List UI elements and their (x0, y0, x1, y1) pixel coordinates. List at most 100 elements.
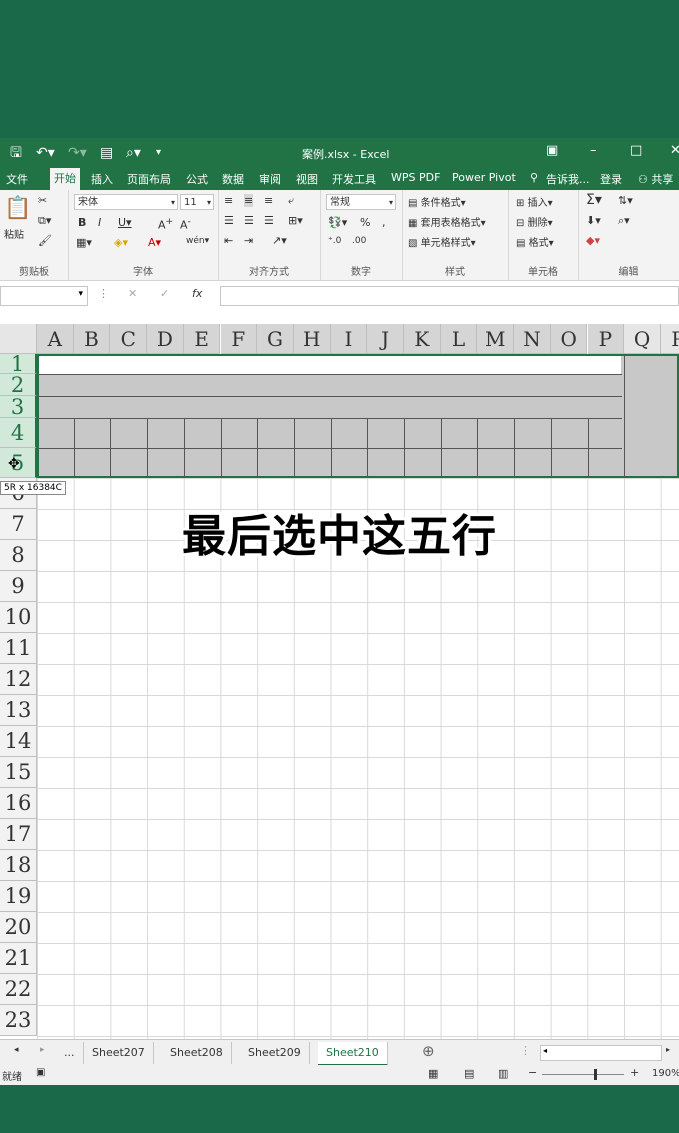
decrease-indent-icon[interactable]: ⇤ (224, 234, 233, 247)
format-painter-icon[interactable]: 🖌 (38, 234, 52, 247)
format-cells-button[interactable]: ▤ 格式▾ (516, 234, 554, 249)
zoom-in-icon[interactable]: + (630, 1066, 639, 1079)
page-break-view-icon[interactable]: ▥ (498, 1067, 508, 1080)
minimize-icon[interactable]: – (590, 143, 597, 158)
sort-filter-icon[interactable]: ⇅▾ (618, 194, 633, 207)
accounting-icon[interactable]: 💱▾ (328, 216, 347, 229)
row-header[interactable]: 10 (0, 602, 37, 633)
tab-power-pivot[interactable]: Power Pivot (452, 171, 516, 184)
row-header[interactable]: 16 (0, 788, 37, 819)
delete-cells-button[interactable]: ⊟ 删除▾ (516, 214, 553, 229)
align-center-icon[interactable]: ☰ (244, 214, 254, 227)
column-header[interactable]: F (220, 324, 258, 354)
wrap-text-icon[interactable]: ⤶ (288, 194, 294, 208)
row-header[interactable]: 2 (0, 374, 37, 396)
column-header[interactable]: B (73, 324, 111, 354)
increase-decimal-icon[interactable]: ⁺.0 (328, 236, 341, 246)
underline-icon[interactable]: U▾ (118, 216, 132, 229)
zoom-out-icon[interactable]: − (528, 1066, 537, 1079)
phonetic-icon[interactable]: wén▾ (186, 236, 209, 246)
column-header[interactable]: A (37, 324, 74, 354)
fill-icon[interactable]: ⬇▾ (586, 214, 601, 227)
column-header[interactable]: J (367, 324, 404, 354)
font-size-select[interactable]: 11 ▾ (180, 194, 214, 210)
column-header[interactable]: Q (624, 324, 661, 354)
row-header[interactable]: 12 (0, 664, 37, 695)
row-header[interactable]: 15 (0, 757, 37, 788)
scroll-right-icon[interactable]: ▸ (666, 1045, 670, 1054)
row-header[interactable]: 19 (0, 881, 37, 912)
insert-function-icon[interactable]: fx (192, 287, 202, 300)
share-button[interactable]: ⚇ 共享 (638, 171, 673, 187)
add-sheet-icon[interactable]: ⊕ (422, 1042, 435, 1060)
page-layout-view-icon[interactable]: ▤ (464, 1067, 474, 1080)
tab-wps-pdf[interactable]: WPS PDF (391, 171, 440, 184)
worksheet-grid[interactable]: ABCDEFGHIJKLMNOPQR 123456789101112131415… (0, 324, 679, 1039)
column-header[interactable]: K (404, 324, 441, 354)
row-header[interactable]: 20 (0, 912, 37, 943)
tab-review[interactable]: 审阅 (259, 171, 281, 187)
form-icon[interactable]: ▤ (100, 144, 113, 162)
tab-data[interactable]: 数据 (222, 171, 244, 187)
conditional-format-button[interactable]: ▤ 条件格式▾ (408, 194, 466, 209)
cancel-icon[interactable]: ✕ (128, 287, 137, 300)
undo-icon[interactable]: ↶▾ (36, 144, 55, 162)
login-button[interactable]: 登录 (600, 171, 622, 187)
tab-insert[interactable]: 插入 (91, 171, 113, 187)
align-bottom-icon[interactable]: ≡ (264, 194, 273, 207)
tab-home[interactable]: 开始 (50, 168, 80, 190)
row-header[interactable]: 4 (0, 418, 37, 448)
cell-styles-button[interactable]: ▧ 单元格样式▾ (408, 234, 476, 249)
column-header[interactable]: O (550, 324, 588, 354)
column-header[interactable]: E (183, 324, 221, 354)
align-right-icon[interactable]: ☰ (264, 214, 274, 227)
touch-mode-icon[interactable]: ⌕▾ (126, 144, 141, 162)
comma-icon[interactable]: , (382, 216, 386, 229)
sheet-tab-active[interactable]: Sheet210 (318, 1042, 388, 1066)
column-header[interactable]: N (514, 324, 551, 354)
font-name-select[interactable]: 宋体 ▾ (74, 194, 178, 210)
customize-qat-icon[interactable]: ▾ (156, 144, 161, 162)
maximize-icon[interactable]: □ (630, 143, 642, 158)
percent-icon[interactable]: % (360, 216, 370, 229)
sheet-tab-more[interactable]: ... (56, 1042, 84, 1064)
row-header[interactable]: 9 (0, 571, 37, 602)
column-header[interactable]: I (330, 324, 368, 354)
normal-view-icon[interactable]: ▦ (428, 1067, 438, 1080)
tell-me-search[interactable]: 告诉我... (546, 171, 590, 187)
increase-font-icon[interactable]: A+ (158, 216, 173, 232)
clear-icon[interactable]: ◆▾ (586, 234, 600, 247)
paste-label[interactable]: 粘贴 (4, 226, 24, 241)
formula-input[interactable] (220, 286, 679, 306)
column-header[interactable]: C (110, 324, 148, 354)
redo-icon[interactable]: ↷▾ (68, 144, 87, 162)
decrease-font-icon[interactable]: A- (180, 216, 191, 232)
row-header[interactable]: 23 (0, 1005, 37, 1036)
row-header[interactable]: 1 (0, 354, 37, 374)
sheet-tab[interactable]: Sheet209 (240, 1042, 310, 1064)
select-all-corner[interactable] (0, 324, 37, 354)
number-format-select[interactable]: 常规 ▾ (326, 194, 396, 210)
save-icon[interactable]: 🖫 (10, 144, 22, 162)
decrease-decimal-icon[interactable]: .00 (352, 236, 366, 246)
bold-icon[interactable]: B (78, 216, 86, 229)
row-header[interactable]: 13 (0, 695, 37, 726)
tab-formulas[interactable]: 公式 (186, 171, 208, 187)
macro-record-icon[interactable]: ▣ (36, 1067, 45, 1078)
scroll-left-icon[interactable]: ◂ (543, 1046, 547, 1055)
tab-view[interactable]: 视图 (296, 171, 318, 187)
align-top-icon[interactable]: ≡ (224, 194, 233, 207)
sheet-tab[interactable]: Sheet208 (162, 1042, 232, 1064)
column-header[interactable]: R (660, 324, 679, 354)
row-header[interactable]: 3 (0, 396, 37, 418)
row-header[interactable]: 14 (0, 726, 37, 757)
column-header[interactable]: M (477, 324, 515, 354)
font-color-icon[interactable]: A▾ (148, 236, 161, 249)
tab-file[interactable]: 文件 (6, 171, 28, 187)
row-header[interactable]: 17 (0, 819, 37, 850)
horizontal-scrollbar[interactable]: ◂ (540, 1045, 662, 1061)
ribbon-display-icon[interactable]: ▣ (546, 143, 558, 158)
zoom-slider[interactable] (542, 1069, 624, 1080)
scroll-left-icon[interactable]: ◂ (14, 1045, 19, 1055)
row-header[interactable]: 21 (0, 943, 37, 974)
